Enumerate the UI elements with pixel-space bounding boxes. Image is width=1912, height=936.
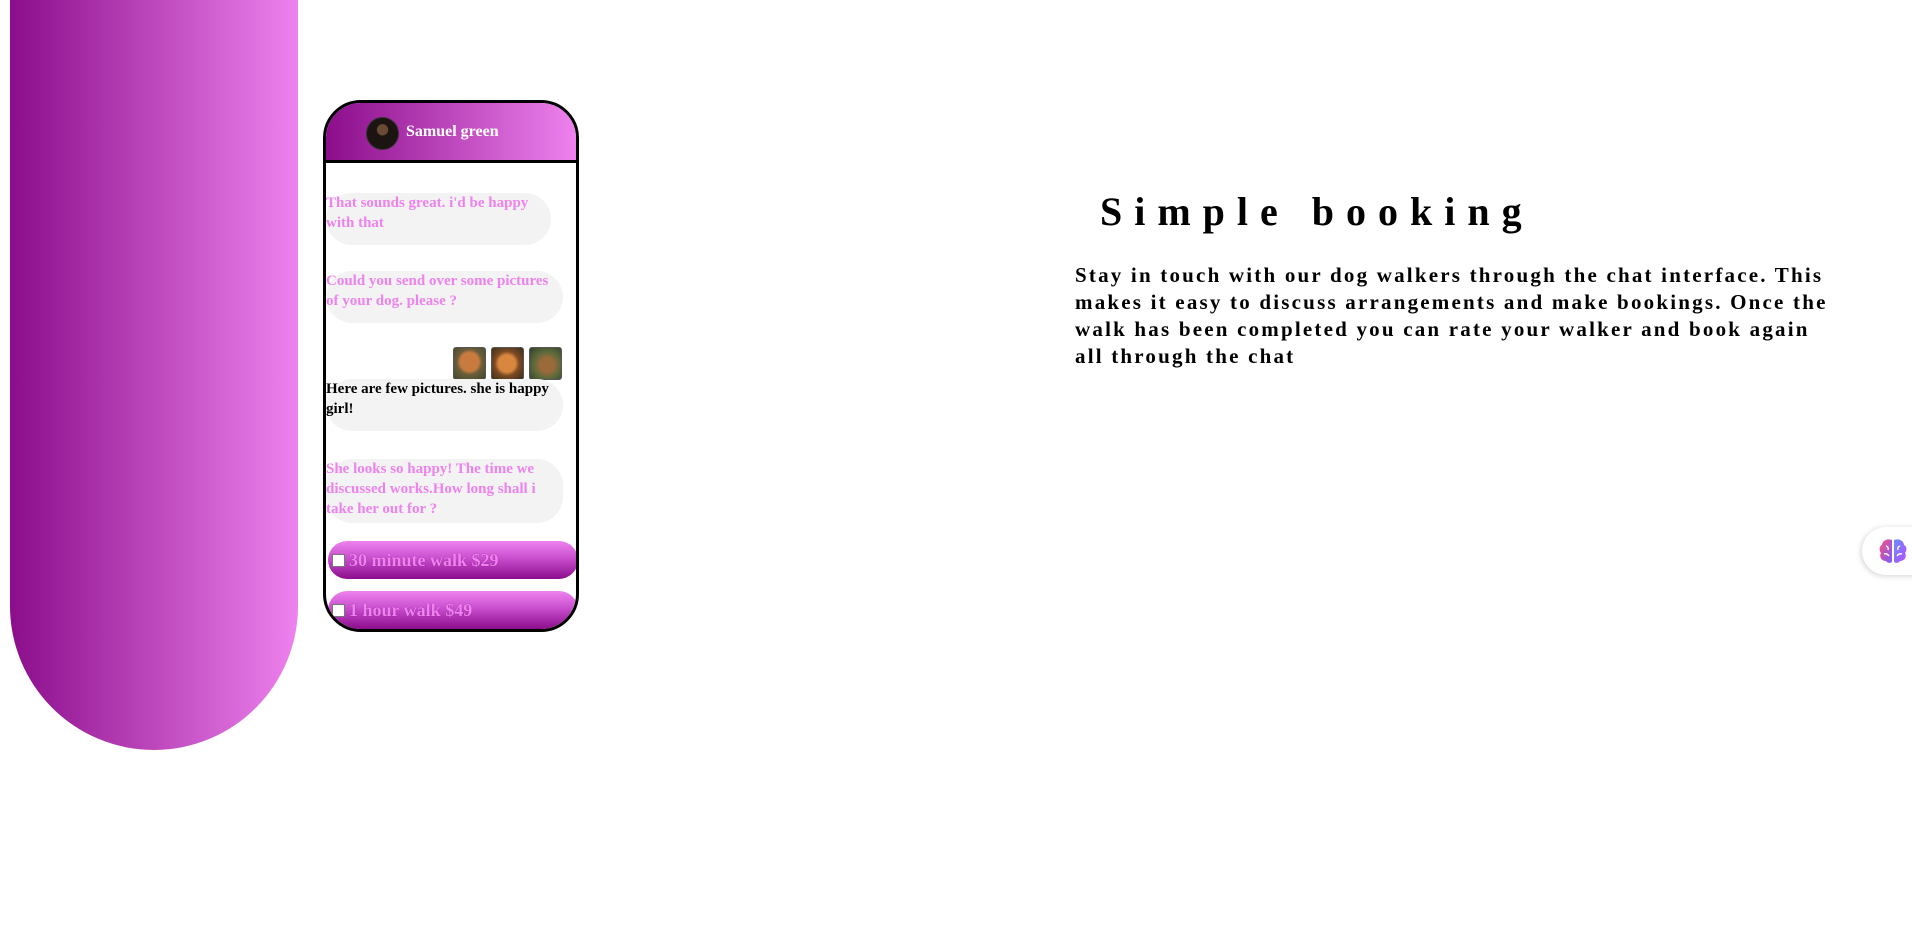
phone-mockup: Samuel green That sounds great. i'd be h… <box>323 100 579 632</box>
dog-photo-thumbnail[interactable] <box>529 347 562 380</box>
chat-message: That sounds great. i'd be happy with tha… <box>326 193 551 245</box>
chat-message: She looks so happy! The time we discusse… <box>326 459 563 523</box>
floating-assistant-button[interactable] <box>1862 527 1912 575</box>
contact-name: Samuel green <box>406 123 499 140</box>
decorative-gradient-bar <box>10 0 298 750</box>
brain-icon <box>1879 539 1907 563</box>
chat-message: Could you send over some pictures of you… <box>326 271 563 323</box>
photo-attachments <box>453 347 562 380</box>
walk-option-1-hour[interactable]: 1 hour walk $49 <box>328 591 576 629</box>
walk-option-label: 1 hour walk $49 <box>349 599 473 620</box>
walk-option-label: 30 minute walk $29 <box>349 549 499 570</box>
section-title: Simple booking <box>1100 189 1534 234</box>
dog-photo-thumbnail[interactable] <box>491 347 524 380</box>
walk-option-30-minute[interactable]: 30 minute walk $29 <box>328 541 576 579</box>
chat-message: Here are few pictures. she is happy girl… <box>326 379 563 431</box>
dog-photo-thumbnail[interactable] <box>453 347 486 380</box>
page: Samuel green That sounds great. i'd be h… <box>0 0 1912 936</box>
section-description: Stay in touch with our dog walkers throu… <box>1075 263 1828 368</box>
checkbox[interactable] <box>332 553 345 567</box>
avatar <box>366 117 399 150</box>
checkbox[interactable] <box>332 603 345 617</box>
chat-header: Samuel green <box>326 103 576 163</box>
